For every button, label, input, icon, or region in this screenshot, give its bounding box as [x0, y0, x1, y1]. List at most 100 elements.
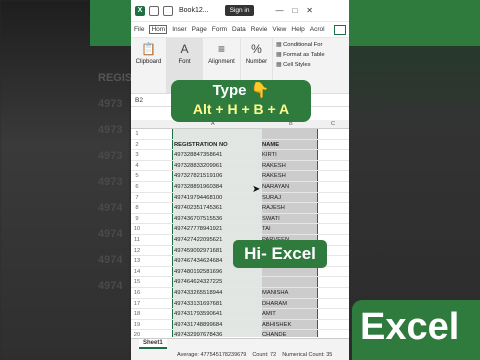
- name-cell[interactable]: RAKESH: [262, 163, 318, 169]
- tab-page-layout[interactable]: Page: [192, 26, 207, 33]
- background-row-text: 4974: [98, 228, 123, 240]
- row-number[interactable]: 3: [131, 152, 143, 158]
- registration-cell[interactable]: 497328833209961: [174, 163, 262, 169]
- tab-formulas[interactable]: Form: [212, 26, 227, 33]
- name-cell[interactable]: DHARAM: [262, 301, 318, 307]
- registration-cell[interactable]: 497431748899684: [174, 322, 262, 328]
- background-row-text: 4973: [98, 98, 123, 110]
- cell-styles-button[interactable]: Cell Styles: [276, 62, 325, 68]
- title-bar: X Book12... Sign in — □ ✕: [131, 0, 349, 22]
- table-row: 18 497431793590641 AMIT: [131, 309, 349, 320]
- sheet-tab[interactable]: Sheet1: [139, 339, 167, 349]
- table-row: 5 497327821519106 RAKESH: [131, 171, 349, 182]
- registration-cell[interactable]: 497433265518944: [174, 290, 262, 296]
- background-row-text: 4974: [98, 280, 123, 292]
- clipboard-icon: 📋: [141, 42, 156, 56]
- row-number[interactable]: 16: [131, 290, 143, 296]
- header-name[interactable]: NAME: [262, 142, 318, 148]
- row-number[interactable]: 19: [131, 322, 143, 328]
- excel-window: X Book12... Sign in — □ ✕ File Hom Inser…: [131, 0, 349, 360]
- table-header-row: 2 REGISTRATION NO NAME: [131, 140, 349, 151]
- name-box[interactable]: B2: [135, 97, 143, 104]
- row-number[interactable]: 13: [131, 258, 143, 264]
- name-cell[interactable]: RAKESH: [262, 173, 318, 179]
- row-number[interactable]: 18: [131, 311, 143, 317]
- tab-file[interactable]: File: [134, 26, 144, 33]
- tab-view[interactable]: View: [272, 26, 286, 33]
- background-row-text: 4974: [98, 202, 123, 214]
- row-number[interactable]: 15: [131, 279, 143, 285]
- background-row-text: 4973: [98, 176, 123, 188]
- name-cell[interactable]: SWATI: [262, 216, 318, 222]
- registration-cell[interactable]: 497327821519106: [174, 173, 262, 179]
- row-number[interactable]: 6: [131, 184, 143, 190]
- registration-cell[interactable]: 497328891960384: [174, 184, 262, 190]
- clipboard-group[interactable]: 📋 Clipboard: [131, 38, 167, 93]
- row-number[interactable]: 9: [131, 216, 143, 222]
- registration-cell[interactable]: 497436707515536: [174, 216, 262, 222]
- save-icon[interactable]: [163, 5, 173, 16]
- excel-app-icon: X: [135, 5, 145, 16]
- autosave-icon[interactable]: [149, 5, 159, 16]
- name-cell[interactable]: SURAJ: [262, 195, 318, 201]
- type-label: Type 👇: [212, 82, 270, 99]
- status-bar: Average: 477545178239679 Count: 72 Numer…: [131, 349, 349, 360]
- tab-acrobat[interactable]: Acrol: [310, 26, 325, 33]
- registration-cell[interactable]: 497328847358641: [174, 152, 262, 158]
- tab-review[interactable]: Revie: [251, 26, 268, 33]
- name-cell[interactable]: NARAYAN: [262, 184, 318, 190]
- table-row: 14 497480192581696: [131, 267, 349, 278]
- registration-cell[interactable]: 497464624327225: [174, 279, 262, 285]
- row-number[interactable]: 12: [131, 248, 143, 254]
- registration-cell[interactable]: 497402351745361: [174, 205, 262, 211]
- name-cell[interactable]: ABHISHEK: [262, 322, 318, 328]
- registration-cell[interactable]: 497480192581696: [174, 269, 262, 275]
- registration-cell[interactable]: 497419794468100: [174, 195, 262, 201]
- name-cell[interactable]: TAI: [262, 226, 318, 232]
- tab-insert[interactable]: Inser: [172, 26, 186, 33]
- row-number[interactable]: 17: [131, 301, 143, 307]
- font-icon: A: [180, 42, 189, 56]
- tab-help[interactable]: Help: [291, 26, 304, 33]
- row-number[interactable]: 7: [131, 195, 143, 201]
- table-row: 4 497328833209961 RAKESH: [131, 161, 349, 172]
- column-header-c[interactable]: C: [331, 121, 335, 127]
- format-as-table-button[interactable]: Format as Table: [276, 52, 324, 58]
- table-row: 15 497464624327225: [131, 277, 349, 288]
- header-registration-no[interactable]: REGISTRATION NO: [174, 142, 262, 148]
- registration-cell[interactable]: 497431793590641: [174, 311, 262, 317]
- tab-data[interactable]: Data: [232, 26, 246, 33]
- row-number[interactable]: 10: [131, 226, 143, 232]
- background-green-block: [348, 0, 480, 46]
- table-row: 9 497436707515536 SWATI: [131, 214, 349, 225]
- row-number[interactable]: 11: [131, 237, 143, 243]
- background-row-text: 4973: [98, 124, 123, 136]
- row-number[interactable]: 5: [131, 173, 143, 179]
- close-icon[interactable]: ✕: [306, 6, 313, 15]
- sheet-tab-bar: Sheet1: [131, 338, 349, 349]
- conditional-formatting-button[interactable]: Conditional For: [276, 42, 325, 48]
- row-number[interactable]: 14: [131, 269, 143, 275]
- table-row: 19 497431748899684 ABHISHEK: [131, 320, 349, 331]
- alignment-icon: ≡: [217, 42, 225, 56]
- workbook-title: Book12...: [179, 7, 209, 14]
- row-number[interactable]: 8: [131, 205, 143, 211]
- sign-in-button[interactable]: Sign in: [224, 5, 255, 16]
- registration-cell[interactable]: 497433131697681: [174, 301, 262, 307]
- table-row: 10 497427778941921 TAI: [131, 224, 349, 235]
- tab-home[interactable]: Hom: [149, 25, 168, 34]
- table-row: 17 497433131697681 DHARAM: [131, 299, 349, 310]
- name-cell[interactable]: MANISHA: [262, 290, 318, 296]
- name-cell[interactable]: AMIT: [262, 311, 318, 317]
- registration-cell[interactable]: 497427778941921: [174, 226, 262, 232]
- status-count: Count: 72: [252, 351, 277, 358]
- share-icon[interactable]: [334, 24, 346, 35]
- name-cell[interactable]: KIRTI: [262, 152, 318, 158]
- table-row: 8 497402351745361 RAJESH: [131, 203, 349, 214]
- row-number[interactable]: 4: [131, 163, 143, 169]
- name-cell[interactable]: RAJESH: [262, 205, 318, 211]
- maximize-icon[interactable]: □: [292, 6, 297, 15]
- minimize-icon[interactable]: —: [275, 6, 283, 15]
- shortcut-keys: Alt + H + B + A: [192, 101, 290, 117]
- background-row-text: 4973: [98, 150, 123, 162]
